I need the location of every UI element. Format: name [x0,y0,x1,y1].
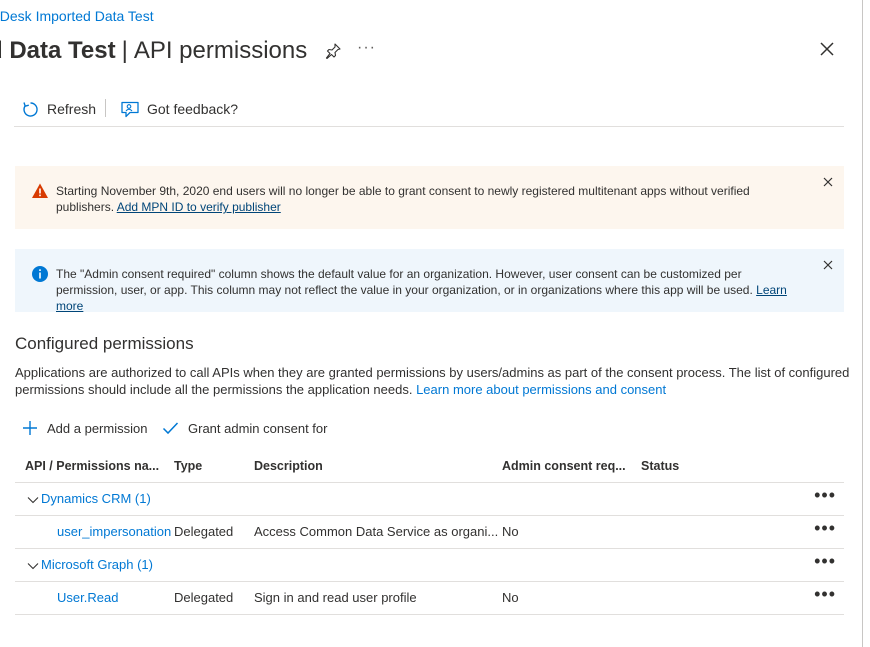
chevron-down-icon[interactable] [27,560,39,572]
close-icon[interactable] [818,40,836,58]
warning-text: Starting November 9th, 2020 end users wi… [56,184,750,214]
table-header-row: API / Permissions na... Type Description… [15,450,844,483]
add-mpn-id-link[interactable]: Add MPN ID to verify publisher [117,200,281,214]
feedback-icon [121,101,139,117]
admin-consent-value: No [502,590,519,605]
grant-admin-consent-button[interactable]: Grant admin consent for [162,420,327,436]
permission-description: Sign in and read user profile [254,590,417,605]
row-more-button[interactable]: ••• [814,483,836,515]
pin-icon[interactable] [325,43,341,59]
column-header-api[interactable]: API / Permissions na... [25,450,159,482]
breadcrumb[interactable]: nDesk Imported Data Test [0,8,154,24]
table-row: user_impersonation Delegated Access Comm… [15,516,844,549]
permission-type: Delegated [174,524,234,539]
checkmark-icon [162,422,179,435]
group-name[interactable]: Microsoft Graph (1) [41,549,153,581]
title-separator: | [121,37,128,64]
feedback-label: Got feedback? [147,101,239,117]
warning-icon [32,183,48,198]
grant-admin-consent-label: Grant admin consent for [188,420,328,436]
dismiss-info-icon[interactable] [822,259,834,271]
plus-icon [23,421,37,435]
group-row-microsoft-graph[interactable]: Microsoft Graph (1) ••• [15,549,844,582]
permissions-consent-link[interactable]: Learn more about permissions and consent [416,382,666,397]
info-banner: The "Admin consent required" column show… [15,249,844,313]
group-name[interactable]: Dynamics CRM (1) [41,483,151,515]
page-title-section: API permissions [133,37,308,64]
column-header-admin-consent[interactable]: Admin consent req... [502,450,626,482]
group-row-dynamics-crm[interactable]: Dynamics CRM (1) ••• [15,483,844,516]
permission-description: Access Common Data Service as organi... [254,524,499,539]
column-header-type[interactable]: Type [174,450,202,482]
warning-banner: Starting November 9th, 2020 end users wi… [15,166,844,229]
chevron-down-icon[interactable] [27,494,39,506]
toolbar-divider [105,99,106,117]
add-permission-label: Add a permission [47,420,148,436]
column-header-status[interactable]: Status [641,450,679,482]
background-content [863,0,870,647]
dismiss-warning-icon[interactable] [822,176,834,188]
more-options-icon[interactable]: ··· [357,39,376,57]
table-row: User.Read Delegated Sign in and read use… [15,582,844,615]
page-title-app: d Data Test [0,37,116,64]
row-more-button[interactable]: ••• [814,582,836,614]
column-header-description[interactable]: Description [254,450,323,482]
row-more-button[interactable]: ••• [814,516,836,548]
feedback-button[interactable]: Got feedback? [121,96,238,122]
blade-panel: nDesk Imported Data Test d Data Test | A… [0,0,862,647]
refresh-icon [23,101,38,117]
row-more-button[interactable]: ••• [814,549,836,581]
section-description: Applications are authorized to call APIs… [15,365,850,397]
refresh-button[interactable]: Refresh [22,96,96,122]
add-permission-button[interactable]: Add a permission [22,420,147,436]
info-icon [32,266,48,282]
section-title: Configured permissions [15,334,194,353]
page-title: d Data Test | API permissions [0,34,307,68]
permission-type: Delegated [174,590,234,605]
admin-consent-value: No [502,524,519,539]
permission-name-link[interactable]: User.Read [57,582,118,614]
refresh-label: Refresh [47,101,97,117]
permission-name-link[interactable]: user_impersonation [57,516,171,548]
info-text: The "Admin consent required" column show… [56,267,787,313]
command-bar: Refresh Got feedback? [14,96,844,127]
